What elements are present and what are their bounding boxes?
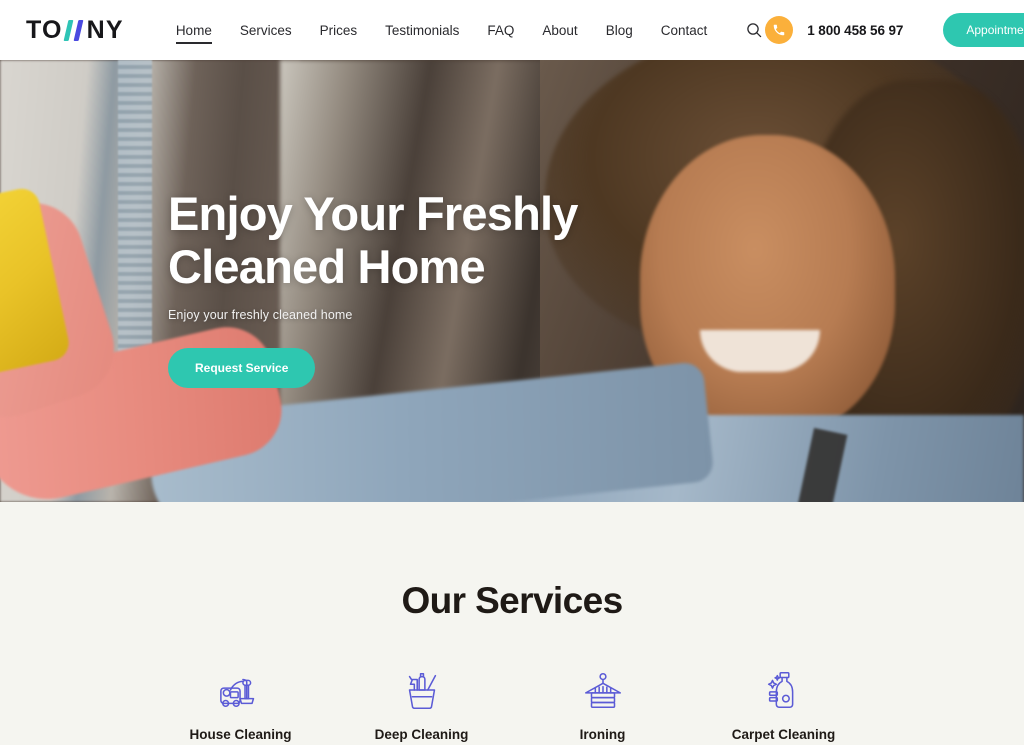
site-header: TO NY Home Services Prices Testimonials … bbox=[0, 0, 1024, 60]
nav-item-faq[interactable]: FAQ bbox=[473, 19, 528, 42]
laundry-hanger-icon bbox=[580, 667, 626, 713]
nav-item-services[interactable]: Services bbox=[226, 19, 306, 42]
cleaning-bucket-icon bbox=[399, 667, 445, 713]
service-label: Deep Cleaning bbox=[374, 727, 469, 742]
nav-item-testimonials[interactable]: Testimonials bbox=[371, 19, 473, 42]
logo-text-part1: TO bbox=[26, 15, 63, 44]
phone-number[interactable]: 1 800 458 56 97 bbox=[807, 23, 903, 38]
service-label: Carpet Cleaning bbox=[731, 727, 836, 742]
hero-content: Enjoy Your Freshly Cleaned Home Enjoy yo… bbox=[168, 60, 768, 389]
service-label: House Cleaning bbox=[189, 727, 292, 742]
nav-item-home[interactable]: Home bbox=[162, 19, 226, 44]
appointment-button[interactable]: Appointment bbox=[943, 13, 1024, 47]
vacuum-cleaner-icon bbox=[218, 667, 264, 713]
phone-icon[interactable] bbox=[765, 16, 794, 44]
service-card-carpet-cleaning[interactable]: Carpet Cleaning bbox=[693, 667, 874, 742]
logo-text-part2: NY bbox=[86, 15, 124, 44]
services-section: Our Services House Cleaning Deep Cleanin… bbox=[0, 502, 1024, 745]
services-grid: House Cleaning Deep Cleaning Ironing Car… bbox=[0, 667, 1024, 742]
service-label: Ironing bbox=[579, 727, 626, 742]
service-card-deep-cleaning[interactable]: Deep Cleaning bbox=[331, 667, 512, 742]
hero-subheading: Enjoy your freshly cleaned home bbox=[168, 308, 353, 323]
nav-item-contact[interactable]: Contact bbox=[647, 19, 722, 42]
services-title: Our Services bbox=[401, 580, 623, 621]
nav-item-blog[interactable]: Blog bbox=[592, 19, 647, 42]
towny-w-logo-icon bbox=[63, 18, 86, 43]
logo[interactable]: TO NY bbox=[26, 15, 124, 44]
header-contact-area: 1 800 458 56 97 Appointment bbox=[765, 13, 1024, 47]
main-navigation: Home Services Prices Testimonials FAQ Ab… bbox=[162, 19, 765, 44]
request-service-button[interactable]: Request Service bbox=[168, 348, 316, 389]
search-icon[interactable] bbox=[743, 19, 765, 41]
nav-item-prices[interactable]: Prices bbox=[306, 19, 372, 42]
detergent-bottle-icon bbox=[761, 667, 807, 713]
nav-item-about[interactable]: About bbox=[528, 19, 591, 42]
service-card-ironing[interactable]: Ironing bbox=[512, 667, 693, 742]
hero-heading: Enjoy Your Freshly Cleaned Home bbox=[168, 187, 578, 293]
hero-section: Enjoy Your Freshly Cleaned Home Enjoy yo… bbox=[0, 60, 1024, 502]
service-card-house-cleaning[interactable]: House Cleaning bbox=[150, 667, 331, 742]
